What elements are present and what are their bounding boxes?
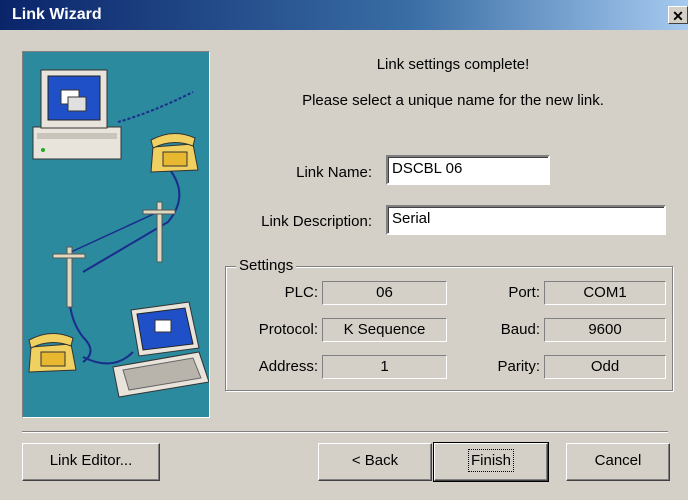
network-link-illustration — [28, 69, 209, 398]
plc-value: 06 — [322, 281, 447, 305]
utility-pole-icon — [142, 201, 176, 263]
settings-group-title: Settings — [236, 257, 297, 274]
button-separator — [22, 431, 668, 433]
wire-line — [82, 161, 181, 273]
link-description-label: Link Description: — [261, 213, 372, 230]
status-message: Link settings complete! — [376, 56, 530, 73]
protocol-label: Protocol: — [258, 321, 318, 338]
protocol-value: K Sequence — [322, 318, 447, 342]
cancel-button[interactable]: Cancel — [566, 443, 670, 481]
parity-value: Odd — [544, 355, 666, 379]
baud-label: Baud: — [500, 321, 540, 338]
wizard-illustration — [22, 51, 210, 418]
telephone-icon — [150, 133, 199, 173]
finish-button[interactable]: Finish — [433, 442, 549, 482]
plc-label: PLC: — [284, 284, 318, 301]
utility-pole-icon — [52, 246, 86, 308]
close-icon[interactable]: ✕ — [668, 6, 688, 24]
address-label: Address: — [258, 358, 318, 375]
wire-line — [117, 91, 194, 123]
laptop-icon — [112, 301, 209, 398]
computer-icon — [32, 69, 122, 160]
link-wizard-dialog: Link Wizard ✕ Link settings complete! Pl… — [0, 0, 688, 500]
instruction-message: Please select a unique name for the new … — [302, 92, 604, 109]
title-bar[interactable]: Link Wizard ✕ — [0, 0, 688, 30]
back-button[interactable]: < Back — [318, 443, 432, 481]
link-description-input[interactable]: Serial — [386, 205, 666, 235]
port-value: COM1 — [544, 281, 666, 305]
address-value: 1 — [322, 355, 447, 379]
telephone-icon — [28, 333, 77, 373]
link-editor-button[interactable]: Link Editor... — [22, 443, 160, 481]
wire-line — [70, 211, 159, 253]
finish-button-label: Finish — [467, 449, 515, 472]
window-title: Link Wizard — [12, 6, 102, 23]
baud-value: 9600 — [544, 318, 666, 342]
parity-label: Parity: — [497, 358, 540, 375]
port-label: Port: — [508, 284, 540, 301]
link-name-input[interactable]: DSCBL 06 — [386, 155, 550, 185]
link-name-label: Link Name: — [296, 164, 372, 181]
